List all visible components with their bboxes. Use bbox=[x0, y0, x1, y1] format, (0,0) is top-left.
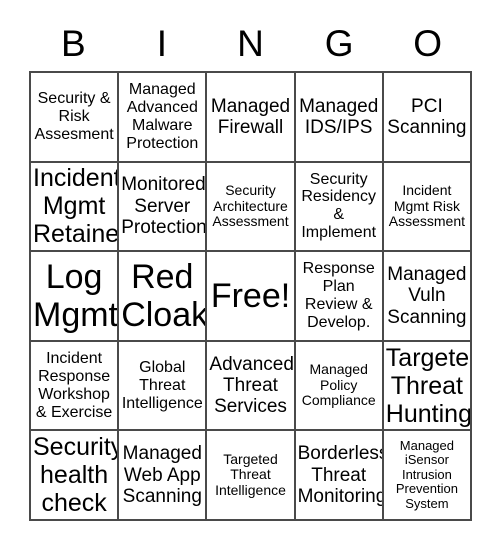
bingo-cell-label: Advanced Threat Services bbox=[209, 353, 294, 418]
bingo-cell-label: Targeted Threat Hunting bbox=[385, 343, 472, 428]
bingo-cell[interactable]: Managed Web App Scanning bbox=[119, 431, 208, 521]
bingo-cell-label: Incident Response Workshop & Exercise bbox=[35, 349, 113, 421]
bingo-cell-label: Security Residency & Implement bbox=[301, 170, 377, 242]
bingo-cell[interactable]: Managed Firewall bbox=[207, 73, 296, 163]
bingo-cell[interactable]: Global Threat Intelligence bbox=[119, 341, 208, 432]
bingo-cell-label: Security & Risk Assesment bbox=[34, 89, 114, 143]
bingo-cell-label: Managed Policy Compliance bbox=[301, 361, 376, 409]
bingo-cell[interactable]: Targeted Threat Hunting bbox=[383, 341, 472, 432]
header-letter-g: G bbox=[324, 22, 354, 64]
bingo-header-letters: B I N G O bbox=[29, 18, 472, 68]
bingo-cell[interactable]: Advanced Threat Services bbox=[207, 341, 296, 432]
bingo-cell-label: Targeted Threat Intelligence bbox=[215, 450, 286, 499]
bingo-cell-label: Free! bbox=[210, 276, 291, 315]
bingo-cell-label: Monitored Server Protection bbox=[121, 174, 207, 239]
bingo-cell[interactable]: Security Residency & Implement bbox=[295, 162, 384, 253]
bingo-cell[interactable]: Incident Mgmt Retainer bbox=[31, 162, 120, 253]
bingo-cell-label: Managed IDS/IPS bbox=[299, 95, 379, 138]
bingo-cell-label: Response Plan Review & Develop. bbox=[302, 260, 375, 331]
bingo-cell-label: Managed Vuln Scanning bbox=[387, 264, 467, 328]
bingo-cell[interactable]: Borderless Threat Monitoring bbox=[295, 431, 384, 521]
bingo-cell-label: Security Architecture Assessment bbox=[212, 181, 289, 230]
bingo-cell[interactable]: PCI Scanning bbox=[383, 73, 472, 163]
bingo-cell-label: Incident Mgmt Risk Assessment bbox=[388, 181, 466, 230]
bingo-cell[interactable]: Log Mgmt bbox=[31, 252, 120, 342]
bingo-cell-label: Security health check bbox=[33, 433, 120, 518]
bingo-cell[interactable]: Security Architecture Assessment bbox=[207, 162, 296, 253]
bingo-cell[interactable]: Red Cloak bbox=[119, 252, 208, 342]
bingo-cell-label: Managed Firewall bbox=[210, 95, 291, 138]
bingo-cell-label: Red Cloak bbox=[121, 257, 208, 334]
header-letter-b: B bbox=[60, 22, 86, 64]
bingo-cell-label: Managed Advanced Malware Protection bbox=[126, 80, 199, 152]
bingo-cell[interactable]: Managed IDS/IPS bbox=[295, 73, 384, 163]
bingo-cell[interactable]: Security health check bbox=[31, 431, 120, 521]
bingo-cell[interactable]: Response Plan Review & Develop. bbox=[295, 252, 384, 342]
bingo-cell-label: Borderless Threat Monitoring bbox=[297, 443, 384, 507]
bingo-cell-label: Incident Mgmt Retainer bbox=[33, 164, 120, 249]
bingo-cell-label: PCI Scanning bbox=[387, 95, 467, 138]
bingo-cell[interactable]: Incident Response Workshop & Exercise bbox=[31, 341, 120, 432]
bingo-cell[interactable]: Incident Mgmt Risk Assessment bbox=[383, 162, 472, 253]
bingo-cell-label: Managed iSensor Intrusion Prevention Sys… bbox=[395, 437, 458, 511]
bingo-cell[interactable]: Managed Policy Compliance bbox=[295, 341, 384, 432]
bingo-cell-free-space[interactable]: Free! bbox=[207, 252, 296, 342]
bingo-cell[interactable]: Managed Vuln Scanning bbox=[383, 252, 472, 342]
bingo-grid: Security & Risk Assesment Managed Advance… bbox=[29, 71, 472, 521]
header-letter-o: O bbox=[413, 22, 443, 64]
bingo-cell[interactable]: Targeted Threat Intelligence bbox=[207, 431, 296, 521]
bingo-cell-label: Managed Web App Scanning bbox=[122, 443, 202, 507]
bingo-cell[interactable]: Security & Risk Assesment bbox=[31, 73, 120, 163]
bingo-card: B I N G O Security & Risk Assesment Manag… bbox=[0, 0, 500, 544]
bingo-cell[interactable]: Managed iSensor Intrusion Prevention Sys… bbox=[383, 431, 472, 521]
bingo-cell-label: Log Mgmt bbox=[33, 257, 118, 334]
header-letter-i: I bbox=[156, 22, 168, 64]
bingo-cell[interactable]: Managed Advanced Malware Protection bbox=[119, 73, 208, 163]
header-letter-n: N bbox=[237, 22, 264, 64]
bingo-cell-label: Global Threat Intelligence bbox=[121, 358, 203, 412]
bingo-cell[interactable]: Monitored Server Protection bbox=[119, 162, 208, 253]
